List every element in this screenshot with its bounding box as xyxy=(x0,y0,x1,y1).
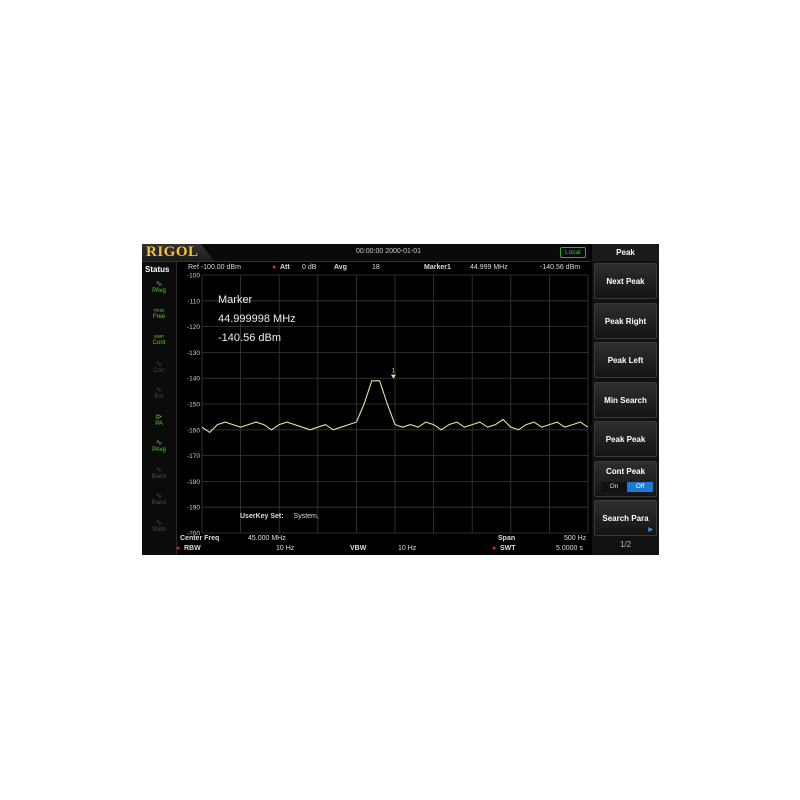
status-item-9: ∿ Math xyxy=(144,519,174,541)
swt-value: 5.0000 s xyxy=(556,545,583,552)
cont-peak-button[interactable]: Cont Peak On Off xyxy=(594,461,657,497)
status-item-label: PA xyxy=(155,421,163,427)
status-item-tag: TRIG xyxy=(153,308,165,313)
swt-label: SWT xyxy=(500,545,516,552)
marker-readout: Marker 44.999998 MHz -140.56 dBm xyxy=(218,291,296,348)
status-item-7: ∿ Blank xyxy=(144,466,174,488)
status-item-1: TRIG Free xyxy=(144,307,174,329)
status-item-4: ∿ Ext xyxy=(144,386,174,408)
menu-page-indicator[interactable]: 1/2 xyxy=(592,540,659,549)
span-value: 500 Hz xyxy=(564,535,587,542)
peak-peak-button[interactable]: Peak Peak xyxy=(594,421,657,457)
userkey-label: UserKey Set: xyxy=(240,513,284,520)
y-tick-label: -180 xyxy=(187,479,200,486)
min-search-button[interactable]: Min Search xyxy=(594,382,657,418)
status-item-label: PAvg xyxy=(152,288,166,294)
analyzer-screen: RIGOL 00:00:00 2000-01-01 Local Status ∿… xyxy=(142,244,659,555)
status-item-tag: SWP xyxy=(153,334,165,339)
local-indicator: Local xyxy=(560,247,586,258)
status-item-label: Blank xyxy=(151,474,167,480)
y-tick-label: -110 xyxy=(187,298,200,305)
avg-value: 18 xyxy=(372,264,380,271)
span-label: Span xyxy=(498,535,516,542)
cont-peak-label: Cont Peak xyxy=(605,467,646,476)
menu-title: Peak xyxy=(592,244,659,261)
att-label: Att xyxy=(280,264,290,271)
sweep-footer: Center Freq 45.000 MHz Span 500 Hz ● RBW… xyxy=(176,534,590,555)
wave-icon: ∿ xyxy=(155,385,163,394)
spectrum-plot[interactable]: -100 -110 -120 -130 -140 -150 -160 -170 -180 -190… xyxy=(176,273,590,535)
amp-icon: ⊳ xyxy=(155,412,163,421)
y-tick-label: -130 xyxy=(187,350,200,357)
y-tick-label: -160 xyxy=(187,427,200,434)
avg-label: Avg xyxy=(334,264,347,271)
userkey-value: System, xyxy=(293,513,319,520)
ref-level: Ref -100.00 dBm xyxy=(188,264,241,271)
status-item-label: Corr xyxy=(153,368,165,374)
measurement-header: Ref -100.00 dBm ● Att 0 dB Avg 18 Marker… xyxy=(176,262,590,273)
rigol-logo: RIGOL xyxy=(146,244,199,260)
top-bar: RIGOL 00:00:00 2000-01-01 Local xyxy=(142,244,590,262)
status-item-label: Ext xyxy=(154,394,164,400)
rbw-value: 10 Hz xyxy=(276,545,295,552)
marker-label: Marker1 xyxy=(424,264,451,271)
wave-icon: ∿ xyxy=(155,359,163,368)
status-item-label: Blank xyxy=(151,500,167,506)
userkey-status: UserKey Set: System, xyxy=(240,513,319,520)
center-freq-value: 45.000 MHz xyxy=(248,535,286,542)
cont-peak-on-option[interactable]: On xyxy=(601,482,627,492)
y-tick-label: -100 xyxy=(187,273,200,280)
rbw-red-dot: ● xyxy=(176,545,181,552)
marker-1-label: 1 xyxy=(392,368,396,375)
submenu-arrow-icon: ▶ xyxy=(648,527,653,533)
y-tick-label: -140 xyxy=(187,376,200,383)
wave-icon: ∿ xyxy=(155,438,163,447)
status-item-6: ∿ PAvg xyxy=(144,439,174,461)
y-tick-label: -150 xyxy=(187,402,200,409)
cont-peak-toggle[interactable]: On Off xyxy=(601,482,653,492)
att-value: 0 dB xyxy=(302,264,317,271)
att-red-dot: ● xyxy=(272,264,277,271)
cont-peak-off-option[interactable]: Off xyxy=(627,482,653,492)
marker-amp: -140.56 dBm xyxy=(540,264,581,271)
peak-left-button[interactable]: Peak Left xyxy=(594,342,657,378)
search-para-button[interactable]: Search Para ▶ xyxy=(594,500,657,536)
marker-readout-freq: 44.999998 MHz xyxy=(218,313,296,325)
wave-icon: ∿ xyxy=(155,518,163,527)
status-item-0: ∿ PAvg xyxy=(144,280,174,302)
peak-right-button[interactable]: Peak Right xyxy=(594,303,657,339)
status-item-label: Cont xyxy=(152,340,166,346)
status-item-8: ∿ Blank xyxy=(144,492,174,514)
center-freq-label: Center Freq xyxy=(180,535,220,542)
datetime-display: 00:00:00 2000-01-01 xyxy=(356,248,421,255)
status-item-label: PAvg xyxy=(152,447,166,453)
y-tick-label: -120 xyxy=(187,324,200,331)
marker-readout-amp: -140.56 dBm xyxy=(218,332,281,344)
softkey-menu: Peak Next Peak Peak Right Peak Left Min … xyxy=(592,244,659,555)
wave-icon: ∿ xyxy=(155,465,163,474)
marker-readout-title: Marker xyxy=(218,294,253,306)
vbw-value: 10 Hz xyxy=(398,545,417,552)
status-item-2: SWP Cont xyxy=(144,333,174,355)
wave-icon: ∿ xyxy=(155,279,163,288)
vbw-label: VBW xyxy=(350,545,367,552)
status-item-5: ⊳ PA xyxy=(144,413,174,435)
marker-freq: 44.999 MHz xyxy=(470,264,508,271)
status-item-label: Math xyxy=(152,527,166,533)
next-peak-button[interactable]: Next Peak xyxy=(594,263,657,299)
y-tick-label: -170 xyxy=(187,453,200,460)
status-item-label: Free xyxy=(152,314,166,320)
status-item-3: ∿ Corr xyxy=(144,360,174,382)
wave-icon: ∿ xyxy=(155,491,163,500)
rbw-label: RBW xyxy=(184,545,201,552)
status-title: Status xyxy=(145,265,170,274)
y-tick-label: -190 xyxy=(187,505,200,512)
status-panel: Status ∿ PAvg TRIG Free SWP Cont ∿ Corr ∿ Ext ⊳ PA ∿… xyxy=(142,262,177,555)
swt-red-dot: ● xyxy=(492,545,497,552)
search-para-label: Search Para xyxy=(602,514,649,523)
